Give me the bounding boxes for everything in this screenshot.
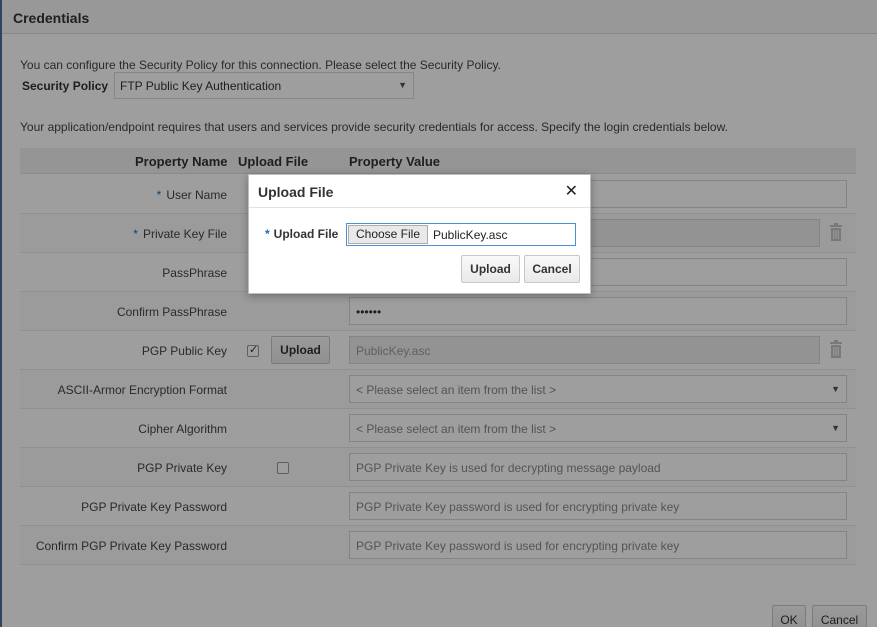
close-icon[interactable]: ✕ bbox=[565, 181, 578, 200]
choose-file-button[interactable]: Choose File bbox=[348, 225, 428, 244]
selected-file-name: PublicKey.asc bbox=[433, 228, 508, 242]
upload-file-dialog: Upload File ✕ * Upload File Choose File P… bbox=[248, 174, 591, 294]
dialog-upload-button[interactable]: Upload bbox=[461, 255, 520, 283]
dialog-title: Upload File bbox=[258, 184, 334, 200]
upload-file-label: * Upload File bbox=[265, 227, 339, 241]
file-input[interactable]: Choose File PublicKey.asc bbox=[346, 223, 576, 246]
dialog-cancel-button[interactable]: Cancel bbox=[524, 255, 580, 283]
modal-overlay bbox=[0, 0, 877, 627]
dialog-divider bbox=[249, 207, 590, 208]
required-marker: * bbox=[265, 227, 270, 241]
